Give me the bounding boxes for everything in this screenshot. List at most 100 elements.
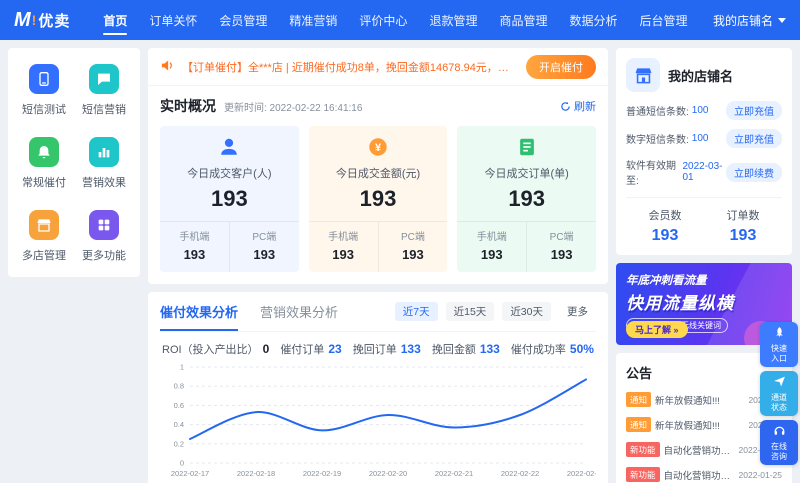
row-label: 数字短信条数: [626, 135, 689, 146]
roi-line-chart: 0 0.2 0.4 0.6 0.8 1 2022-02-17 2022-02-18 2022-0… [160, 359, 596, 481]
sub-value: 193 [253, 247, 276, 262]
quick-item-label: 多店管理 [22, 250, 66, 262]
svg-text:¥: ¥ [375, 142, 382, 154]
announcement-text: 自动化营销功能上线 [663, 470, 735, 482]
sub-label: PC端 [549, 232, 574, 243]
shop-account-label: 我的店铺名 [712, 13, 773, 28]
overview-updated-time: 更新时间: 2022-02-22 16:41:16 [224, 102, 363, 114]
nav-item-admin[interactable]: 后台管理 [628, 0, 698, 40]
nav-item-review-center[interactable]: 评价中心 [348, 0, 418, 40]
feature-badge: 新功能 [626, 442, 660, 457]
row-label: 软件有效期至: [626, 161, 676, 187]
quick-item-label: 常规催付 [22, 177, 66, 189]
sub-label: 手机端 [328, 232, 359, 243]
stat-card-customers: 今日成交客户(人) 193 手机端 193 PC端 193 [160, 126, 299, 272]
row-value: 100 [691, 105, 709, 116]
announcement-item[interactable]: 新功能 自动化营销功能上线 2022-01-25 [626, 467, 782, 482]
nav-item-precision-marketing[interactable]: 精准营销 [278, 0, 348, 40]
stat-label: 今日成交金额(元) [335, 168, 421, 180]
headset-icon [773, 424, 786, 440]
nav-item-refunds[interactable]: 退款管理 [418, 0, 488, 40]
quick-item-more-features[interactable]: 更多功能 [82, 210, 126, 263]
recharge-button[interactable]: 立即充值 [726, 129, 782, 148]
shop-account-menu[interactable]: 我的店铺名 [713, 12, 786, 29]
refresh-label: 刷新 [574, 101, 596, 113]
orders-value: 193 [729, 227, 757, 244]
sub-label: 手机端 [179, 232, 210, 243]
tab-marketing-analysis[interactable]: 营销效果分析 [260, 292, 338, 331]
float-btn-channel-status[interactable]: 通道状态 [760, 371, 798, 416]
recharge-button[interactable]: 立即充值 [726, 101, 782, 120]
main-content: 【订单催付】全***店 | 近期催付成功8单，挽回金额14678.94元，催付成… [148, 48, 608, 483]
logo-text: 优卖 [38, 12, 71, 30]
stat-card-amount: ¥ 今日成交金额(元) 193 手机端 193 PC端 193 [308, 126, 448, 272]
pc-stat: PC端 193 [527, 222, 596, 272]
promo-cta-button[interactable]: 马上了解 » [626, 321, 688, 338]
filter-30d[interactable]: 近30天 [502, 302, 551, 321]
stat-value: 193 [457, 181, 597, 222]
announcement-item[interactable]: 通知 新年放假通知!!! 2022-0... [626, 417, 782, 432]
sms-balance-row: 普通短信条数: 100 立即充值 [626, 101, 782, 120]
row-value: 100 [691, 133, 709, 144]
main-nav: 首页 订单关怀 会员管理 精准营销 评价中心 退款管理 商品管理 数据分析 后台… [92, 0, 698, 40]
filter-15d[interactable]: 近15天 [445, 302, 495, 321]
refresh-button[interactable]: 刷新 [560, 98, 596, 114]
notice-bar: 【订单催付】全***店 | 近期催付成功8单，挽回金额14678.94元，催付成… [148, 48, 608, 86]
shop-name: 我的店铺名 [668, 68, 734, 84]
members-label: 会员数 [648, 210, 682, 222]
orders-label: 订单数 [726, 210, 760, 222]
quick-item-label: 短信测试 [22, 104, 66, 116]
row-label: 普通短信条数: [626, 107, 689, 118]
sub-label: PC端 [400, 232, 425, 243]
quick-item-label: 短信营销 [82, 104, 126, 116]
nav-item-products[interactable]: 商品管理 [488, 0, 558, 40]
svg-text:0.4: 0.4 [174, 420, 184, 429]
pc-stat: PC端 193 [379, 222, 448, 272]
renew-button[interactable]: 立即续费 [726, 162, 782, 182]
mobile-stat: 手机端 193 [160, 222, 230, 272]
analysis-stats-row: ROI（投入产出比） 0 催付订单 23 挽回订单 133 挽回金额 133 催付成功率… [160, 332, 596, 359]
svg-text:2022-02-19: 2022-02-19 [303, 469, 341, 478]
announcement-item[interactable]: 通知 新年放假通知!!! 2022-0... [626, 392, 782, 407]
quick-item-marketing-effect[interactable]: 营销效果 [82, 137, 126, 190]
grid-icon [89, 210, 119, 240]
chart-icon [89, 137, 119, 167]
quick-item-sms-test[interactable]: 短信测试 [22, 64, 66, 117]
bell-icon [29, 137, 59, 167]
svg-text:0.6: 0.6 [174, 401, 184, 410]
filter-7d[interactable]: 近7天 [394, 302, 438, 321]
svg-text:0.2: 0.2 [174, 439, 184, 448]
float-btn-online-service[interactable]: 在线咨询 [760, 420, 798, 465]
sub-value: 193 [480, 247, 503, 262]
announcement-item[interactable]: 新功能 自动化营销功能上线 2022-01-25 [626, 442, 782, 457]
start-reminder-button[interactable]: 开启催付 [526, 54, 596, 79]
svg-text:0: 0 [180, 459, 184, 468]
megaphone-icon [160, 58, 175, 76]
tab-reminder-analysis[interactable]: 催付效果分析 [160, 292, 239, 331]
quick-item-multi-store[interactable]: 多店管理 [22, 210, 66, 263]
announcements-title: 公告 [626, 366, 653, 381]
time-range-filters: 近7天 近15天 近30天 更多 [394, 302, 596, 321]
filter-more[interactable]: 更多 [559, 302, 596, 321]
nav-item-data-analysis[interactable]: 数据分析 [558, 0, 628, 40]
quick-item-regular-reminder[interactable]: 常规催付 [22, 137, 66, 190]
quick-item-sms-marketing[interactable]: 短信营销 [82, 64, 126, 117]
nav-item-home[interactable]: 首页 [92, 0, 138, 40]
announcement-date: 2022-01-25 [738, 469, 782, 480]
row-value: 2022-03-01 [682, 161, 723, 183]
storefront-icon [626, 58, 660, 92]
money-icon: ¥ [309, 136, 448, 161]
float-btn-quick-entry[interactable]: 快速入口 [760, 322, 798, 367]
svg-text:0.8: 0.8 [174, 382, 184, 391]
nav-item-order-care[interactable]: 订单关怀 [138, 0, 208, 40]
logo-accent: ! [31, 12, 37, 28]
announcement-text: 自动化营销功能上线 [663, 445, 735, 457]
success-rate-stat: 催付成功率 50% [510, 342, 594, 356]
rocket-icon [773, 326, 786, 342]
logo-m: M [14, 9, 31, 31]
nav-item-members[interactable]: 会员管理 [208, 0, 278, 40]
promo-headline: 年底冲刺看流量 [626, 275, 707, 287]
reminder-orders-stat: 催付订单 23 [280, 342, 342, 356]
svg-text:2022-02-20: 2022-02-20 [369, 469, 407, 478]
float-btn-label: 在线咨询 [771, 442, 787, 461]
